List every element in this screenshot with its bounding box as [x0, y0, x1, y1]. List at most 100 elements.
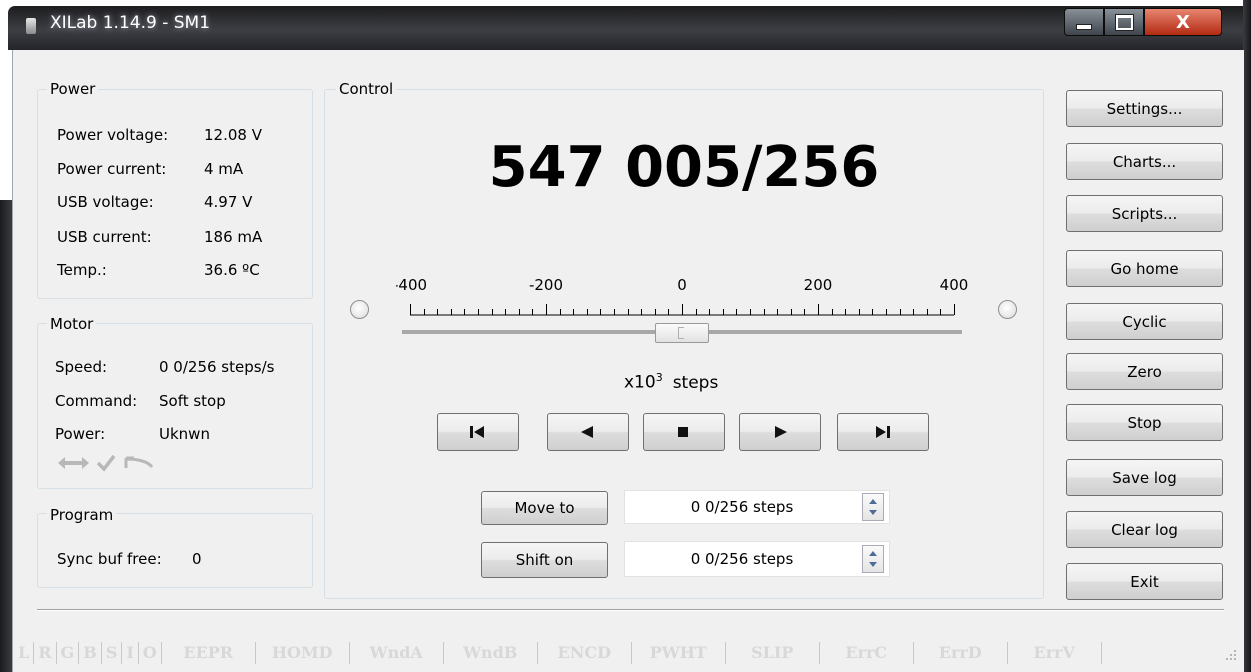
status-flag-eepr: EEPR — [162, 642, 256, 664]
charts-button[interactable]: Charts... — [1066, 143, 1223, 180]
settings-button[interactable]: Settings... — [1066, 90, 1223, 127]
scale-tick-label: 400 — [940, 276, 969, 294]
sync-buf-value: 0 — [192, 550, 202, 568]
step-left-button[interactable] — [547, 413, 629, 451]
minimize-icon — [1076, 24, 1092, 30]
close-button[interactable]: X — [1144, 8, 1222, 36]
status-flag-encd: ENCD — [538, 642, 632, 664]
skip-to-end-button[interactable] — [837, 413, 929, 451]
shift-on-field[interactable]: 0 0/256 steps — [624, 541, 890, 577]
motor-group-title: Motor — [47, 315, 97, 333]
move-to-spinner[interactable] — [862, 493, 884, 521]
command-label: Command: — [55, 392, 138, 410]
power-current-value: 4 mA — [204, 160, 244, 178]
step-right-button[interactable] — [739, 413, 821, 451]
status-flag-l: L — [14, 642, 35, 664]
move-to-button[interactable]: Move to — [481, 491, 608, 525]
stop-button[interactable]: Stop — [1066, 404, 1223, 441]
position-readout: 547 005/256 — [488, 135, 880, 200]
app-icon — [26, 18, 36, 34]
slider-grip-icon — [678, 327, 684, 339]
skip-to-start-icon — [470, 426, 484, 438]
shift-on-button[interactable]: Shift on — [481, 542, 608, 578]
spin-up-icon — [869, 499, 877, 504]
status-flag-pwht: PWHT — [632, 642, 726, 664]
status-flag-slip: SLIP — [726, 642, 820, 664]
status-flag-s: S — [102, 642, 123, 664]
window-title: XILab 1.14.9 - SM1 — [50, 13, 211, 33]
resize-grip-icon[interactable] — [1224, 648, 1238, 662]
power-voltage-value: 12.08 V — [204, 126, 262, 144]
left-limit-indicator — [350, 300, 369, 319]
close-icon: X — [1176, 11, 1190, 33]
speed-label: Speed: — [55, 358, 108, 376]
window-frame-right — [1243, 0, 1251, 672]
skip-to-end-icon — [876, 426, 890, 438]
maximize-icon — [1114, 13, 1134, 31]
status-flags-bar: L R G B S I O EEPR HOMD WndA WndB ENCD PWHT SLIP ErrC E… — [14, 640, 1219, 666]
motor-status-icons — [58, 454, 154, 472]
stop-icon — [678, 427, 688, 437]
usb-voltage-value: 4.97 V — [204, 193, 253, 211]
left-right-arrow-icon — [58, 457, 89, 469]
separator-line — [37, 609, 1224, 611]
step-left-icon — [581, 426, 593, 438]
status-flag-g: G — [57, 642, 80, 664]
scale-tick-label: 0 — [677, 276, 687, 294]
spin-down-icon — [869, 562, 877, 567]
status-flag-errc: ErrC — [820, 642, 914, 664]
unit-exponent: 3 — [655, 371, 663, 384]
status-flag-wndb: WndB — [444, 642, 538, 664]
status-flag-r: R — [34, 642, 57, 664]
move-to-field[interactable]: 0 0/256 steps — [624, 490, 890, 524]
scripts-button[interactable]: Scripts... — [1066, 195, 1223, 232]
exit-button[interactable]: Exit — [1066, 563, 1223, 600]
scale-tick-label: 200 — [804, 276, 833, 294]
power-voltage-label: Power voltage: — [57, 126, 169, 144]
power-current-label: Power current: — [57, 160, 167, 178]
scale-tick-label: -200 — [529, 276, 563, 294]
status-flag-errv: ErrV — [1008, 642, 1102, 664]
shift-on-value: 0 0/256 steps — [690, 550, 794, 568]
spin-down-icon — [869, 510, 877, 515]
save-log-button[interactable]: Save log — [1066, 459, 1223, 496]
status-flag-wnda: WndA — [350, 642, 444, 664]
motor-power-value: Uknwn — [159, 425, 210, 443]
checkmark-icon — [96, 454, 116, 472]
clear-log-button[interactable]: Clear log — [1066, 511, 1223, 548]
temperature-label: Temp.: — [57, 261, 107, 279]
status-flag-o: O — [139, 642, 162, 664]
position-slider-thumb[interactable] — [655, 323, 709, 343]
stop-move-button[interactable] — [643, 413, 725, 451]
cyclic-button[interactable]: Cyclic — [1066, 303, 1223, 340]
shift-on-spinner[interactable] — [862, 545, 884, 573]
scale-tick-label: -400 — [396, 276, 427, 294]
usb-voltage-label: USB voltage: — [57, 193, 154, 211]
command-value: Soft stop — [159, 392, 226, 410]
status-flag-homd: HOMD — [256, 642, 350, 664]
minimize-button[interactable] — [1064, 8, 1104, 36]
unit-prefix: x10 — [624, 372, 656, 393]
temperature-value: 36.6 ºC — [204, 261, 260, 279]
move-to-value: 0 0/256 steps — [690, 498, 794, 516]
scale-unit-label: x103 steps — [624, 366, 718, 395]
maximize-button[interactable] — [1104, 8, 1144, 36]
undo-arrow-icon — [124, 456, 154, 468]
spin-up-icon — [869, 551, 877, 556]
speed-value: 0 0/256 steps/s — [159, 358, 275, 376]
control-group-title: Control — [336, 80, 397, 98]
unit-suffix: steps — [672, 372, 719, 393]
skip-to-start-button[interactable] — [437, 413, 519, 451]
go-home-button[interactable]: Go home — [1066, 250, 1223, 287]
program-group-title: Program — [47, 506, 117, 524]
usb-current-value: 186 mA — [204, 228, 263, 246]
power-group-title: Power — [47, 80, 99, 98]
status-flag-errd: ErrD — [914, 642, 1008, 664]
motor-power-label: Power: — [55, 425, 106, 443]
window-frame-left — [0, 200, 12, 672]
status-flag-b: B — [79, 642, 102, 664]
zero-button[interactable]: Zero — [1066, 353, 1223, 390]
right-limit-indicator — [998, 300, 1017, 319]
usb-current-label: USB current: — [57, 228, 152, 246]
status-flag-i: I — [122, 642, 139, 664]
